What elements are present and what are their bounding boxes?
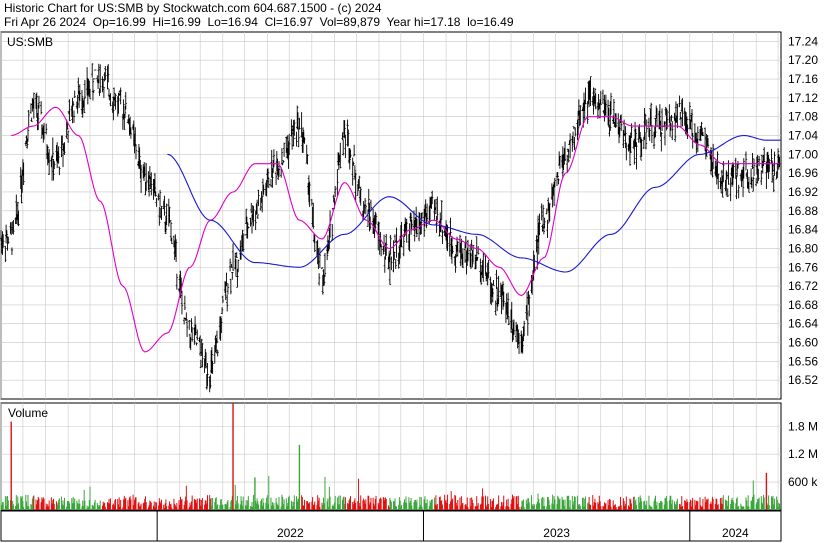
price-tick-label: 16.80 [788, 241, 818, 255]
price-tick-label: 17.08 [788, 110, 818, 124]
price-tick-label: 17.00 [788, 147, 818, 161]
price-tick-label: 16.64 [788, 317, 818, 331]
year-label: 2022 [277, 526, 304, 540]
stock-chart: 17.24 17.20 17.16 17.12 17.08 17.04 17.00 16.96… [0, 31, 818, 542]
price-tick-label: 16.84 [788, 223, 818, 237]
time-axis-panel [0, 510, 782, 542]
volume-tick-label: 1.2 M [788, 447, 818, 461]
price-tick-label: 17.16 [788, 72, 818, 86]
price-tick-label: 16.56 [788, 354, 818, 368]
price-tick-label: 16.60 [788, 336, 818, 350]
price-tick-label: 16.88 [788, 204, 818, 218]
volume-title: Volume [8, 406, 48, 420]
volume-tick-label: 600 k [788, 475, 818, 489]
price-panel [0, 31, 782, 400]
price-tick-label: 17.20 [788, 53, 818, 67]
price-tick-label: 16.72 [788, 279, 818, 293]
price-tick-label: 16.96 [788, 166, 818, 180]
volume-tick-label: 1.8 M [788, 419, 818, 433]
price-tick-label: 17.04 [788, 129, 818, 143]
year-label: 2024 [722, 526, 749, 540]
price-tick-label: 17.12 [788, 91, 818, 105]
price-tick-label: 17.24 [788, 34, 818, 48]
price-tick-label: 16.68 [788, 298, 818, 312]
year-label: 2023 [543, 526, 570, 540]
price-tick-label: 16.76 [788, 260, 818, 274]
price-tick-label: 16.92 [788, 185, 818, 199]
price-tick-label: 16.52 [788, 373, 818, 387]
volume-panel [0, 402, 782, 511]
symbol-label: US:SMB [7, 35, 53, 49]
